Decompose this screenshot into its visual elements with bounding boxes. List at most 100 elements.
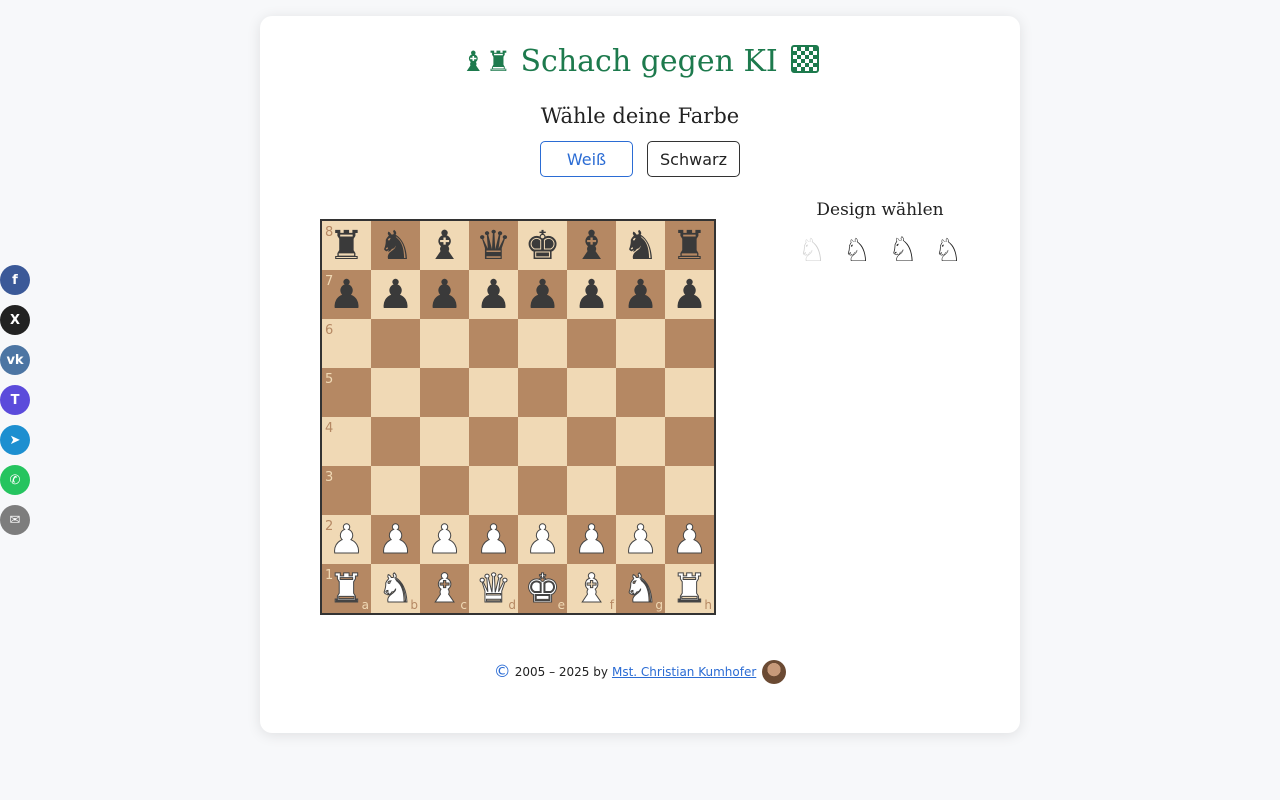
telegram-icon[interactable]: ➤ bbox=[0, 425, 30, 455]
white-bishop-icon[interactable]: ♝ bbox=[573, 568, 610, 609]
square-g7[interactable]: ♟ bbox=[616, 270, 665, 319]
square-h1[interactable]: h ♜ bbox=[665, 564, 714, 613]
square-e2[interactable]: ♟ bbox=[518, 515, 567, 564]
sketch-knight-icon[interactable]: ♘ bbox=[928, 230, 968, 270]
square-f5[interactable] bbox=[567, 368, 616, 417]
square-g4[interactable] bbox=[616, 417, 665, 466]
black-bishop-icon[interactable]: ♝ bbox=[427, 226, 463, 266]
email-icon[interactable]: ✉ bbox=[0, 505, 30, 535]
square-e7[interactable]: ♟ bbox=[518, 270, 567, 319]
square-d6[interactable] bbox=[469, 319, 518, 368]
square-c6[interactable] bbox=[420, 319, 469, 368]
square-a4[interactable]: 4 bbox=[322, 417, 371, 466]
black-rook-icon[interactable]: ♜ bbox=[329, 226, 365, 266]
square-f6[interactable] bbox=[567, 319, 616, 368]
white-queen-icon[interactable]: ♛ bbox=[475, 568, 512, 609]
square-a6[interactable]: 6 bbox=[322, 319, 371, 368]
square-d8[interactable]: ♛ bbox=[469, 221, 518, 270]
author-link[interactable]: Mst. Christian Kumhofer bbox=[612, 665, 756, 679]
white-bishop-icon[interactable]: ♝ bbox=[426, 568, 463, 609]
square-g5[interactable] bbox=[616, 368, 665, 417]
white-pawn-icon[interactable]: ♟ bbox=[671, 519, 708, 560]
x-twitter-icon[interactable]: X bbox=[0, 305, 30, 335]
square-e3[interactable] bbox=[518, 466, 567, 515]
square-b1[interactable]: b ♞ bbox=[371, 564, 420, 613]
black-pawn-icon[interactable]: ♟ bbox=[525, 275, 561, 315]
play-white-button[interactable]: Weiß bbox=[540, 141, 633, 177]
white-pawn-icon[interactable]: ♟ bbox=[377, 519, 414, 560]
square-a2[interactable]: 2 ♟ bbox=[322, 515, 371, 564]
square-b6[interactable] bbox=[371, 319, 420, 368]
whatsapp-icon[interactable]: ✆ bbox=[0, 465, 30, 495]
black-rook-icon[interactable]: ♜ bbox=[672, 226, 708, 266]
chess-board[interactable]: 8 ♜ ♞ ♝ ♛ ♚ ♝ ♞ ♜ 7 ♟ ♟ ♟ ♟ ♟ ♟ ♟ ♟ 6 5 4 3 2 ♟ ♟ ♟ ♟ ♟ ♟ ♟ ♟ 1 a ♜ b ♞ c ♝ d ♛… bbox=[320, 219, 716, 615]
white-knight-icon[interactable]: ♞ bbox=[377, 568, 414, 609]
square-h4[interactable] bbox=[665, 417, 714, 466]
black-pawn-icon[interactable]: ♟ bbox=[329, 275, 365, 315]
square-g1[interactable]: g ♞ bbox=[616, 564, 665, 613]
square-h2[interactable]: ♟ bbox=[665, 515, 714, 564]
square-h7[interactable]: ♟ bbox=[665, 270, 714, 319]
white-pawn-icon[interactable]: ♟ bbox=[524, 519, 561, 560]
square-c8[interactable]: ♝ bbox=[420, 221, 469, 270]
black-pawn-icon[interactable]: ♟ bbox=[623, 275, 659, 315]
black-pawn-icon[interactable]: ♟ bbox=[672, 275, 708, 315]
square-f8[interactable]: ♝ bbox=[567, 221, 616, 270]
square-d4[interactable] bbox=[469, 417, 518, 466]
black-king-icon[interactable]: ♚ bbox=[525, 226, 561, 266]
square-e4[interactable] bbox=[518, 417, 567, 466]
facebook-icon[interactable]: f bbox=[0, 265, 30, 295]
square-b4[interactable] bbox=[371, 417, 420, 466]
square-c4[interactable] bbox=[420, 417, 469, 466]
white-rook-icon[interactable]: ♜ bbox=[328, 568, 365, 609]
white-pawn-icon[interactable]: ♟ bbox=[328, 519, 365, 560]
play-black-button[interactable]: Schwarz bbox=[647, 141, 740, 177]
black-knight-icon[interactable]: ♞ bbox=[378, 226, 414, 266]
light-knight-icon[interactable]: ♘ bbox=[792, 230, 832, 270]
square-g2[interactable]: ♟ bbox=[616, 515, 665, 564]
square-b2[interactable]: ♟ bbox=[371, 515, 420, 564]
square-b5[interactable] bbox=[371, 368, 420, 417]
square-f1[interactable]: f ♝ bbox=[567, 564, 616, 613]
square-e5[interactable] bbox=[518, 368, 567, 417]
square-d2[interactable]: ♟ bbox=[469, 515, 518, 564]
square-a3[interactable]: 3 bbox=[322, 466, 371, 515]
vk-icon[interactable]: vk bbox=[0, 345, 30, 375]
square-b3[interactable] bbox=[371, 466, 420, 515]
square-d7[interactable]: ♟ bbox=[469, 270, 518, 319]
outline-knight-icon[interactable]: ♘ bbox=[837, 230, 877, 270]
square-a8[interactable]: 8 ♜ bbox=[322, 221, 371, 270]
black-queen-icon[interactable]: ♛ bbox=[476, 226, 512, 266]
white-king-icon[interactable]: ♚ bbox=[524, 568, 561, 609]
square-e8[interactable]: ♚ bbox=[518, 221, 567, 270]
square-b7[interactable]: ♟ bbox=[371, 270, 420, 319]
square-c2[interactable]: ♟ bbox=[420, 515, 469, 564]
square-c5[interactable] bbox=[420, 368, 469, 417]
black-pawn-icon[interactable]: ♟ bbox=[427, 275, 463, 315]
black-pawn-icon[interactable]: ♟ bbox=[574, 275, 610, 315]
square-b8[interactable]: ♞ bbox=[371, 221, 420, 270]
square-h5[interactable] bbox=[665, 368, 714, 417]
square-d3[interactable] bbox=[469, 466, 518, 515]
black-pawn-icon[interactable]: ♟ bbox=[476, 275, 512, 315]
square-a1[interactable]: 1 a ♜ bbox=[322, 564, 371, 613]
square-f7[interactable]: ♟ bbox=[567, 270, 616, 319]
white-pawn-icon[interactable]: ♟ bbox=[622, 519, 659, 560]
black-knight-icon[interactable]: ♞ bbox=[623, 226, 659, 266]
white-pawn-icon[interactable]: ♟ bbox=[475, 519, 512, 560]
square-f2[interactable]: ♟ bbox=[567, 515, 616, 564]
black-pawn-icon[interactable]: ♟ bbox=[378, 275, 414, 315]
square-f4[interactable] bbox=[567, 417, 616, 466]
white-knight-icon[interactable]: ♞ bbox=[622, 568, 659, 609]
square-h3[interactable] bbox=[665, 466, 714, 515]
square-e1[interactable]: e ♚ bbox=[518, 564, 567, 613]
square-d1[interactable]: d ♛ bbox=[469, 564, 518, 613]
white-pawn-icon[interactable]: ♟ bbox=[426, 519, 463, 560]
square-g6[interactable] bbox=[616, 319, 665, 368]
white-rook-icon[interactable]: ♜ bbox=[671, 568, 708, 609]
threads-icon[interactable]: T bbox=[0, 385, 30, 415]
square-a7[interactable]: 7 ♟ bbox=[322, 270, 371, 319]
square-c1[interactable]: c ♝ bbox=[420, 564, 469, 613]
white-pawn-icon[interactable]: ♟ bbox=[573, 519, 610, 560]
square-g3[interactable] bbox=[616, 466, 665, 515]
